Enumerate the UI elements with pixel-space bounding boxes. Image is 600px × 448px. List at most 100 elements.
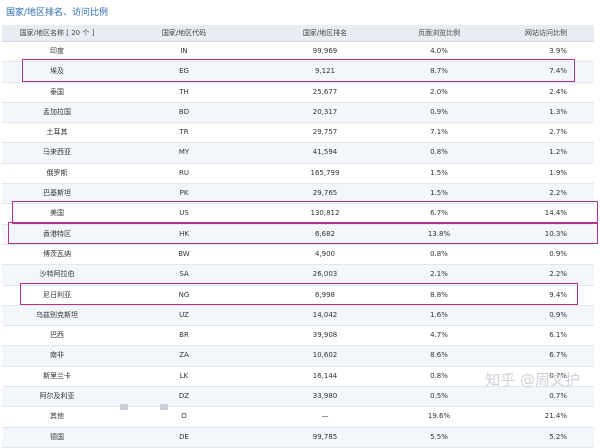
- cell-country-rank: —: [321, 412, 329, 421]
- table-row: 土耳其 TR 29,757 7.1% 2.7%: [2, 123, 594, 144]
- cell-country-rank: 10,602: [312, 351, 338, 360]
- cell-pageview-ratio: 7.1%: [430, 128, 448, 137]
- table-row: 德国 DE 99,785 5.5% 5.2%: [2, 427, 594, 448]
- cell-visit-ratio: 6.1%: [549, 331, 567, 340]
- cell-country-rank: 9,121: [314, 67, 336, 76]
- cell-pageview-ratio: 2.1%: [430, 270, 448, 279]
- cell-country-name: 巴西: [50, 331, 64, 340]
- watermark: 知乎 @周文护: [485, 371, 580, 389]
- cell-country-code: BW: [178, 249, 190, 258]
- cell-country-name: 沙特阿拉伯: [39, 270, 75, 279]
- cell-country-name: 埃及: [50, 67, 64, 76]
- cell-country-code: HK: [179, 229, 189, 238]
- cell-country-rank: 4,900: [314, 249, 336, 258]
- cell-country-name: 香港特区: [43, 229, 71, 238]
- table-row: 泰国 TH 25,677 2.0% 2.4%: [2, 83, 594, 103]
- cell-country-name: 乌兹别克斯坦: [36, 310, 78, 319]
- cell-pageview-ratio: 0.9%: [430, 107, 448, 116]
- cell-country-name: 巴基斯坦: [43, 189, 71, 198]
- cell-country-code: O: [181, 412, 187, 421]
- table-row: 沙特阿拉伯 SA 26,003 2.1% 2.2%: [2, 265, 594, 286]
- cell-country-code: LK: [179, 371, 189, 380]
- cell-country-name: 斯里兰卡: [43, 371, 71, 380]
- cell-country-code: DE: [179, 432, 189, 441]
- cell-pageview-ratio: 8.6%: [430, 351, 448, 360]
- cell-pageview-ratio: 0.5%: [430, 392, 448, 401]
- cell-country-code: NG: [178, 290, 190, 299]
- cell-country-rank: 25,677: [312, 87, 338, 96]
- cell-country-code: TR: [179, 128, 189, 137]
- cell-pageview-ratio: 1.5%: [430, 168, 448, 177]
- table-row: 俄罗斯 RU 165,799 1.5% 1.9%: [2, 164, 594, 185]
- table-row: 孟加拉国 BD 20,317 0.9% 1.3%: [2, 102, 594, 124]
- cell-country-rank: 165,799: [310, 168, 340, 177]
- cell-pageview-ratio: 1.5%: [430, 189, 448, 198]
- cell-visit-ratio: 9.4%: [549, 290, 567, 299]
- table-row: 巴西 BR 39,908 4.7% 6.1%: [2, 326, 594, 347]
- cell-visit-ratio: 1.9%: [549, 168, 567, 177]
- cell-pageview-ratio: 0.8%: [430, 371, 448, 380]
- cell-visit-ratio: 2.7%: [549, 128, 567, 137]
- cell-country-rank: 99,969: [312, 47, 338, 55]
- cell-pageview-ratio: 0.8%: [430, 148, 448, 157]
- scroll-indicator: [120, 404, 128, 410]
- cell-country-rank: 41,594: [312, 148, 338, 157]
- cell-country-code: RU: [179, 168, 189, 177]
- cell-country-name: 马来西亚: [43, 148, 71, 157]
- cell-country-rank: 14,042: [312, 310, 338, 319]
- cell-visit-ratio: 21.4%: [544, 412, 567, 421]
- cell-visit-ratio: 0.9%: [549, 310, 567, 319]
- cell-pageview-ratio: 0.8%: [430, 249, 448, 258]
- cell-visit-ratio: 3.9%: [549, 47, 567, 55]
- cell-country-name: 阿尔及利亚: [39, 392, 75, 401]
- cell-country-rank: 29,757: [312, 128, 338, 137]
- cell-visit-ratio: 2.4%: [549, 87, 567, 96]
- cell-country-name: 俄罗斯: [46, 168, 68, 177]
- section-title: 国家/地区排名、访问比例: [6, 8, 109, 18]
- header-pageview-ratio[interactable]: 页面浏览比例: [394, 25, 484, 41]
- table-row: 美国 US 130,812 6.7% 14.4%: [2, 204, 594, 225]
- cell-country-code: UZ: [179, 310, 189, 319]
- table-row: 其他 O — 19.6% 21.4%: [2, 407, 594, 428]
- header-country-name[interactable]: 国家/地区名称 [ 20 个 ]: [2, 25, 112, 41]
- cell-country-name: 美国: [50, 209, 64, 218]
- cell-country-rank: 99,785: [312, 432, 338, 441]
- cell-country-code: PK: [179, 189, 189, 198]
- cell-country-code: SA: [179, 270, 189, 279]
- cell-visit-ratio: 6.7%: [549, 351, 567, 360]
- table-row: 阿尔及利亚 DZ 33,980 0.5% 0.7%: [2, 387, 594, 408]
- cell-visit-ratio: 14.4%: [544, 209, 567, 218]
- scroll-indicator: [160, 404, 168, 410]
- cell-country-code: US: [179, 209, 189, 218]
- cell-country-rank: 6,682: [314, 229, 336, 238]
- table-header: 国家/地区名称 [ 20 个 ] 国家/地区代码 国家/地区排名 页面浏览比例 …: [2, 25, 594, 42]
- header-country-rank[interactable]: 国家/地区排名: [250, 25, 400, 41]
- header-visit-ratio[interactable]: 网站访问比例: [487, 25, 567, 41]
- header-country-code[interactable]: 国家/地区代码: [134, 25, 234, 41]
- cell-country-rank: 130,812: [310, 209, 340, 218]
- cell-country-code: MY: [178, 148, 190, 157]
- cell-country-rank: 20,317: [312, 107, 338, 116]
- table-row: 乌兹别克斯坦 UZ 14,042 1.6% 0.9%: [2, 305, 594, 327]
- cell-country-rank: 16,144: [312, 371, 338, 380]
- cell-visit-ratio: 1.2%: [549, 148, 567, 157]
- cell-country-name: 南非: [50, 351, 64, 360]
- cell-pageview-ratio: 4.7%: [430, 331, 448, 340]
- cell-country-name: 博茨瓦纳: [43, 249, 71, 258]
- table-row: 博茨瓦纳 BW 4,900 0.8% 0.9%: [2, 245, 594, 266]
- cell-pageview-ratio: 6.7%: [430, 209, 448, 218]
- table-row: 尼日利亚 NG 6,998 8.8% 9.4%: [2, 286, 594, 306]
- cell-pageview-ratio: 2.0%: [430, 87, 448, 96]
- cell-pageview-ratio: 5.5%: [430, 432, 448, 441]
- table-row: 南非 ZA 10,602 8.6% 6.7%: [2, 346, 594, 367]
- cell-pageview-ratio: 13.8%: [427, 229, 451, 238]
- cell-visit-ratio: 2.2%: [549, 189, 567, 198]
- cell-country-code: BD: [178, 107, 190, 116]
- cell-country-rank: 29,765: [312, 189, 338, 198]
- cell-visit-ratio: 5.2%: [549, 432, 567, 441]
- cell-visit-ratio: 1.3%: [549, 107, 567, 116]
- cell-country-name: 土耳其: [46, 128, 68, 137]
- cell-country-name: 泰国: [50, 87, 64, 96]
- table-row: 香港特区 HK 6,682 13.8% 10.3%: [2, 224, 594, 245]
- cell-country-name: 印度: [50, 47, 64, 55]
